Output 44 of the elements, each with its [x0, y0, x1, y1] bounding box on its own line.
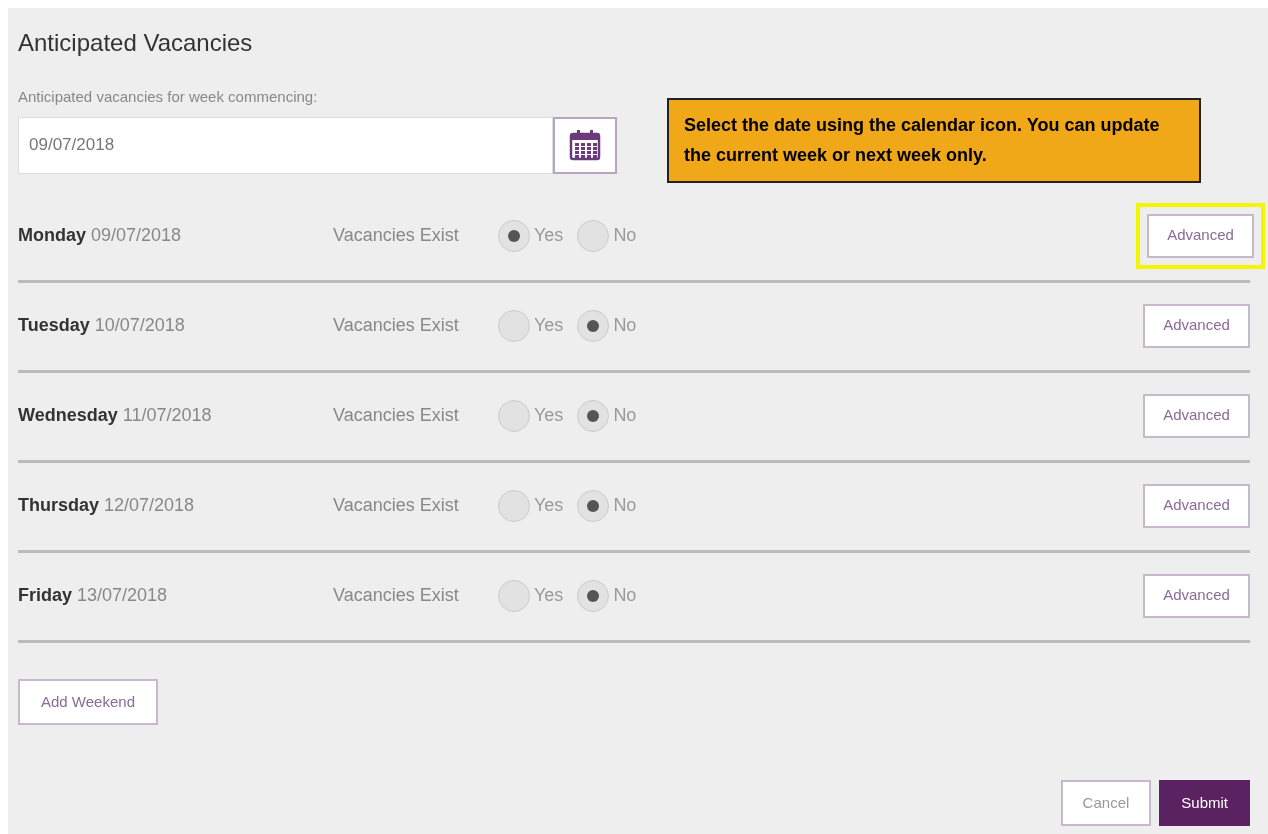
- radio-option[interactable]: No: [577, 399, 637, 432]
- field-label: Anticipated vacancies for week commencing:: [18, 87, 319, 107]
- calendar-icon: [568, 128, 602, 162]
- radio-button[interactable]: [577, 489, 610, 522]
- radio-button[interactable]: [577, 219, 610, 252]
- day-label: Tuesday 10/07/2018: [18, 314, 186, 337]
- radio-option[interactable]: Yes: [498, 579, 564, 612]
- radio-option[interactable]: No: [577, 309, 637, 342]
- radio-option[interactable]: Yes: [498, 219, 564, 252]
- radio-option[interactable]: No: [577, 489, 637, 522]
- cancel-button[interactable]: Cancel: [1060, 780, 1152, 826]
- day-label: Monday 09/07/2018: [18, 224, 183, 247]
- radio-button[interactable]: [577, 579, 610, 612]
- radio-button[interactable]: [498, 399, 530, 432]
- advanced-button[interactable]: Advanced: [1143, 303, 1250, 348]
- day-label: Friday 13/07/2018: [18, 584, 169, 607]
- radio-button[interactable]: [498, 219, 530, 252]
- page-title: Anticipated Vacancies: [18, 28, 254, 58]
- callout-note: Select the date using the calendar icon. You can update the current week or next week only.: [667, 98, 1201, 183]
- question-label: Vacancies Exist: [333, 404, 460, 427]
- question-label: Vacancies Exist: [333, 314, 460, 337]
- calendar-button[interactable]: [553, 116, 617, 174]
- radio-button[interactable]: [577, 399, 610, 432]
- radio-button[interactable]: [498, 489, 530, 522]
- radio-option[interactable]: Yes: [498, 489, 564, 522]
- submit-button[interactable]: Submit: [1159, 780, 1250, 826]
- radio-option[interactable]: No: [577, 579, 637, 612]
- question-label: Vacancies Exist: [333, 224, 460, 247]
- add-weekend-button[interactable]: Add Weekend: [18, 679, 158, 725]
- question-label: Vacancies Exist: [333, 494, 460, 517]
- day-label: Wednesday 11/07/2018: [18, 404, 213, 427]
- date-field[interactable]: 09/07/2018: [18, 116, 553, 174]
- advanced-button[interactable]: Advanced: [1147, 213, 1254, 258]
- radio-option[interactable]: No: [577, 219, 637, 252]
- radio-button[interactable]: [498, 579, 530, 612]
- question-label: Vacancies Exist: [333, 584, 460, 607]
- radio-option[interactable]: Yes: [498, 399, 564, 432]
- advanced-button[interactable]: Advanced: [1143, 483, 1250, 528]
- day-label: Thursday 12/07/2018: [18, 494, 196, 517]
- advanced-button[interactable]: Advanced: [1143, 573, 1250, 618]
- radio-option[interactable]: Yes: [498, 309, 564, 342]
- radio-button[interactable]: [498, 309, 530, 342]
- radio-button[interactable]: [577, 309, 610, 342]
- advanced-button[interactable]: Advanced: [1143, 393, 1250, 438]
